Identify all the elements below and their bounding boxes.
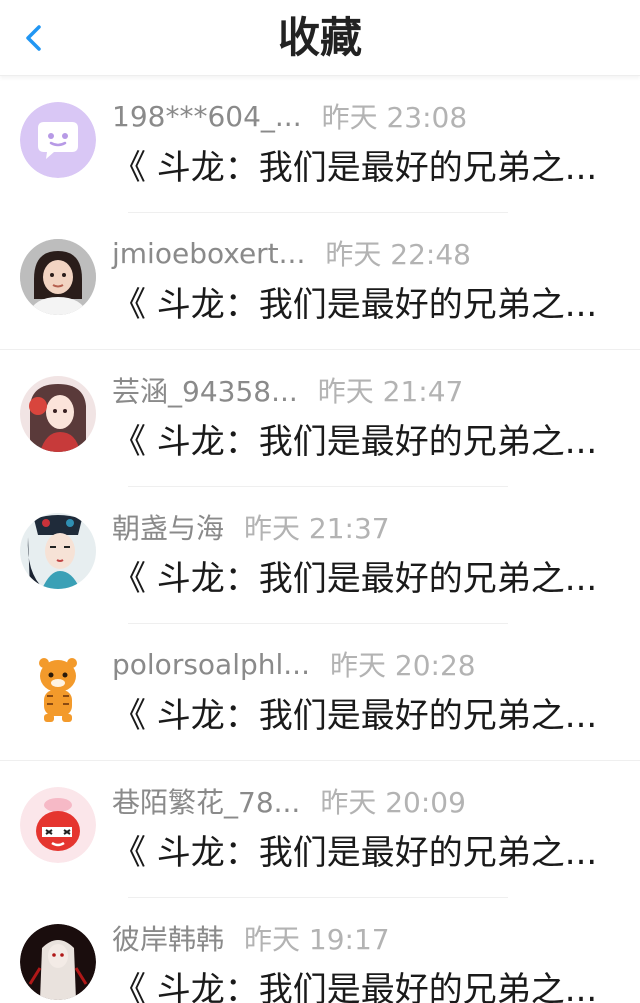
timestamp: 昨天 23:08	[321, 101, 468, 134]
list-item[interactable]: 198***604_... 昨天 23:08 《 斗龙：我们是最好的兄弟之...	[0, 76, 640, 213]
tiger-cartoon-avatar-icon	[20, 650, 96, 726]
message-preview[interactable]: 《 斗龙：我们是最好的兄弟之...	[112, 694, 612, 738]
timestamp: 昨天 20:09	[320, 786, 466, 819]
favorites-list: 198***604_... 昨天 23:08 《 斗龙：我们是最好的兄弟之...	[0, 76, 640, 1003]
avatar[interactable]	[20, 787, 96, 863]
message-preview[interactable]: 《 斗龙：我们是最好的兄弟之...	[112, 831, 612, 875]
list-item[interactable]: polorsoalphl... 昨天 20:28 《 斗龙：我们是最好的兄弟之.…	[0, 624, 640, 761]
message-preview[interactable]: 《 斗龙：我们是最好的兄弟之...	[112, 968, 612, 1003]
timestamp: 昨天 20:28	[329, 649, 476, 682]
girl-photo-avatar-icon	[20, 239, 96, 315]
user-name[interactable]: jmioeboxert...	[112, 237, 305, 270]
avatar[interactable]	[20, 924, 96, 1000]
avatar[interactable]	[20, 376, 96, 452]
timestamp: 昨天 21:47	[317, 375, 464, 408]
red-cartoon-avatar-icon	[20, 787, 96, 863]
message-preview[interactable]: 《 斗龙：我们是最好的兄弟之...	[112, 557, 612, 601]
user-name[interactable]: 198***604_...	[112, 100, 302, 133]
dark-figure-avatar-icon	[20, 924, 96, 1000]
illustrated-woman-avatar-icon	[20, 513, 96, 589]
page-title: 收藏	[277, 13, 362, 62]
timestamp: 昨天 22:48	[325, 238, 471, 271]
user-name[interactable]: polorsoalphl...	[112, 648, 310, 681]
message-preview[interactable]: 《 斗龙：我们是最好的兄弟之...	[112, 283, 612, 327]
user-name[interactable]: 朝盏与海	[112, 507, 224, 547]
avatar[interactable]	[20, 650, 96, 726]
list-item[interactable]: 芸涵_94358... 昨天 21:47 《 斗龙：我们是最好的兄弟之...	[0, 350, 640, 487]
user-name[interactable]: 芸涵_94358...	[112, 370, 298, 410]
avatar[interactable]	[20, 239, 96, 315]
avatar[interactable]	[20, 102, 96, 178]
avatar[interactable]	[20, 513, 96, 589]
message-preview[interactable]: 《 斗龙：我们是最好的兄弟之...	[112, 146, 612, 190]
user-name[interactable]: 巷陌繁花_78...	[112, 781, 300, 821]
list-item[interactable]: 巷陌繁花_78... 昨天 20:09 《 斗龙：我们是最好的兄弟之...	[0, 761, 640, 898]
chat-bubble-avatar-icon	[20, 102, 96, 178]
message-preview[interactable]: 《 斗龙：我们是最好的兄弟之...	[112, 420, 612, 464]
timestamp: 昨天 21:37	[244, 512, 390, 545]
anime-girl-avatar-icon	[20, 376, 96, 452]
header: 收藏	[0, 0, 640, 76]
user-name[interactable]: 彼岸韩韩	[112, 918, 224, 958]
list-item[interactable]: 朝盏与海 昨天 21:37 《 斗龙：我们是最好的兄弟之...	[0, 487, 640, 624]
list-item[interactable]: 彼岸韩韩 昨天 19:17 《 斗龙：我们是最好的兄弟之...	[0, 898, 640, 1003]
favorites-screen: 收藏 198***604_... 昨天 23:08 《 斗龙：我们是最好的兄弟之…	[0, 0, 640, 1003]
list-item[interactable]: jmioeboxert... 昨天 22:48 《 斗龙：我们是最好的兄弟之..…	[0, 213, 640, 350]
timestamp: 昨天 19:17	[244, 923, 390, 956]
